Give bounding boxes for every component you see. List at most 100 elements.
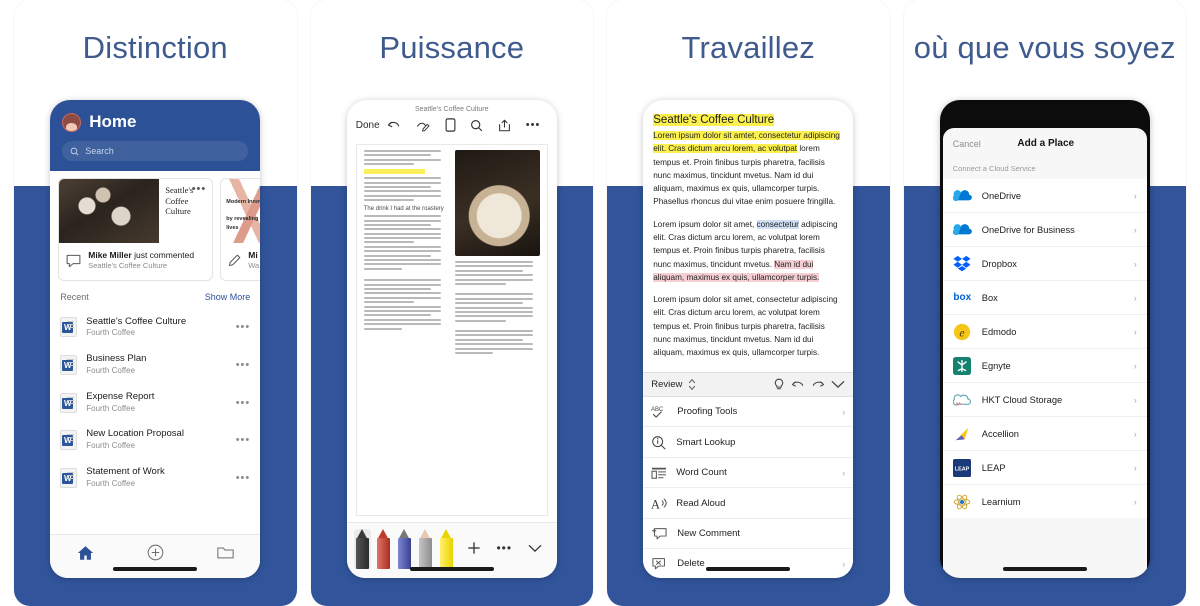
service-item-learnium[interactable]: Learnium ›	[943, 485, 1147, 518]
document-body[interactable]: Seattle's Coffee Culture Lorem ipsum dol…	[643, 100, 853, 360]
black-pen[interactable]	[353, 529, 371, 569]
menu-item-word-count[interactable]: Word Count ›	[643, 458, 854, 488]
panel-headline: Distinction	[82, 30, 228, 65]
word-home-header: Home Search	[50, 100, 261, 171]
file-location: Fourth Coffee	[86, 366, 136, 376]
card-overflow-icon[interactable]: •••	[192, 183, 207, 195]
list-item[interactable]: New Location Proposal Fourth Coffee •••	[58, 421, 252, 459]
card-subtitle: Seattle's Coffee Culture	[88, 261, 168, 271]
recommended-card[interactable]: Seattle's Coffee Culture ••• Mike Miller…	[58, 178, 214, 281]
list-item[interactable]: Statement of Work Fourth Coffee •••	[58, 459, 252, 497]
svg-text:LEAP: LEAP	[955, 466, 970, 472]
show-more-button[interactable]: Show More	[205, 292, 251, 302]
menu-item-proofing-tools[interactable]: ABC Proofing Tools ›	[643, 397, 854, 427]
yellow-highlighter[interactable]	[438, 529, 455, 569]
paragraph-rest: lorem tempus et. Proin finibus turpis ph…	[653, 144, 836, 207]
hkt-cloud-icon	[952, 390, 972, 409]
ellipsis-icon[interactable]: •••	[526, 119, 541, 131]
phone-word-inking: Seattle's Coffee Culture Done ••• The dr…	[346, 100, 557, 578]
chevron-updown-icon[interactable]	[688, 378, 696, 391]
chevron-down-icon[interactable]	[831, 380, 845, 389]
dropbox-icon	[953, 254, 972, 273]
info-search-icon	[652, 435, 666, 449]
ink-pen-icon[interactable]	[416, 119, 430, 132]
folder-icon[interactable]	[217, 545, 234, 560]
mobile-view-icon[interactable]	[445, 118, 456, 132]
chevron-right-icon: ›	[1133, 496, 1137, 507]
service-item-box[interactable]: box Box ›	[942, 281, 1147, 315]
service-label: Edmodo	[981, 326, 1017, 337]
menu-item-smart-lookup[interactable]: Smart Lookup	[643, 427, 854, 458]
cancel-button[interactable]: Cancel	[953, 139, 981, 149]
card-thumbnail: Seattle's Coffee Culture •••	[59, 179, 212, 243]
svg-text:ABC: ABC	[651, 407, 664, 413]
undo-icon[interactable]	[791, 379, 805, 391]
service-item-onedrive[interactable]: OneDrive ›	[942, 179, 1147, 213]
service-item-accellion[interactable]: Accellion ›	[942, 417, 1147, 451]
service-item-egnyte[interactable]: Egnyte ›	[942, 349, 1147, 383]
egnyte-icon	[953, 356, 972, 375]
recommended-card[interactable]: Northern Modern Innovations by revealing…	[220, 178, 261, 281]
home-indicator	[1002, 567, 1087, 571]
add-comment-icon	[652, 527, 667, 539]
chevron-right-icon: ›	[1133, 394, 1137, 405]
list-item[interactable]: Business Plan Fourth Coffee •••	[58, 346, 252, 384]
document-title: Seattle's Coffee Culture	[414, 106, 489, 113]
list-item[interactable]: Expense Report Fourth Coffee •••	[58, 384, 252, 422]
tell-me-icon[interactable]	[773, 378, 785, 391]
box-icon: box	[953, 292, 972, 303]
red-pen[interactable]	[375, 529, 392, 569]
document-paragraph-3: Lorem ipsum dolor sit amet, consectetur …	[653, 295, 838, 358]
menu-item-label: Smart Lookup	[676, 436, 736, 448]
service-item-hkt-cloud-storage[interactable]: HKT Cloud Storage ›	[942, 383, 1147, 417]
card-action: just commented	[134, 250, 195, 260]
file-name: Business Plan	[86, 353, 147, 365]
selected-text[interactable]: consectetur	[756, 219, 799, 229]
file-overflow-icon[interactable]: •••	[236, 472, 251, 484]
word-doc-icon	[60, 317, 78, 338]
plus-icon[interactable]	[467, 541, 481, 555]
gray-pencil[interactable]	[417, 529, 434, 569]
chevron-right-icon: ›	[1133, 360, 1137, 371]
done-button[interactable]: Done	[356, 120, 380, 131]
chevron-right-icon: ›	[842, 406, 846, 417]
phone-word-review: Seattle's Coffee Culture Lorem ipsum dol…	[643, 100, 854, 578]
list-item[interactable]: Seattle's Coffee Culture Fourth Coffee •…	[58, 309, 252, 347]
file-overflow-icon[interactable]: •••	[236, 397, 251, 409]
menu-item-new-comment[interactable]: New Comment	[643, 519, 854, 549]
recent-file-list: Seattle's Coffee Culture Fourth Coffee •…	[58, 309, 252, 497]
service-item-leap[interactable]: LEAP LEAP ›	[942, 451, 1147, 485]
avatar[interactable]	[62, 112, 82, 132]
share-icon[interactable]	[498, 119, 511, 132]
file-overflow-icon[interactable]: •••	[236, 359, 251, 371]
search-input[interactable]: Search	[62, 141, 249, 161]
service-label: OneDrive for Business	[981, 224, 1075, 235]
menu-item-delete[interactable]: Delete ›	[643, 549, 853, 578]
blue-pencil[interactable]	[396, 529, 413, 569]
service-item-onedrive-for-business[interactable]: OneDrive for Business ›	[942, 213, 1147, 247]
undo-icon[interactable]	[387, 119, 401, 132]
home-indicator	[409, 567, 494, 571]
chevron-right-icon: ›	[842, 467, 846, 478]
home-icon[interactable]	[77, 545, 94, 561]
word-home-body: Seattle's Coffee Culture ••• Mike Miller…	[50, 171, 261, 578]
coffee-photo	[455, 150, 540, 256]
word-doc-icon	[60, 430, 78, 451]
ribbon-tab-label[interactable]: Review	[651, 379, 682, 390]
highlighted-heading	[363, 169, 425, 175]
redo-icon[interactable]	[811, 379, 825, 391]
menu-item-read-aloud[interactable]: A Read Aloud	[643, 488, 854, 519]
card-footer: Mi Wa	[221, 243, 260, 280]
document-page[interactable]: The drink I had at the roastery	[355, 144, 548, 516]
plus-circle-icon[interactable]	[147, 544, 164, 561]
edmodo-icon: e	[953, 322, 972, 341]
ellipsis-icon[interactable]: •••	[496, 541, 512, 555]
service-item-dropbox[interactable]: Dropbox ›	[942, 247, 1147, 281]
chevron-down-icon[interactable]	[528, 544, 542, 553]
chevron-right-icon: ›	[1133, 428, 1137, 439]
bottom-tab-bar	[50, 534, 261, 578]
search-icon[interactable]	[470, 119, 483, 132]
file-overflow-icon[interactable]: •••	[236, 321, 251, 333]
service-item-edmodo[interactable]: e Edmodo ›	[942, 315, 1147, 349]
file-overflow-icon[interactable]: •••	[236, 434, 251, 446]
